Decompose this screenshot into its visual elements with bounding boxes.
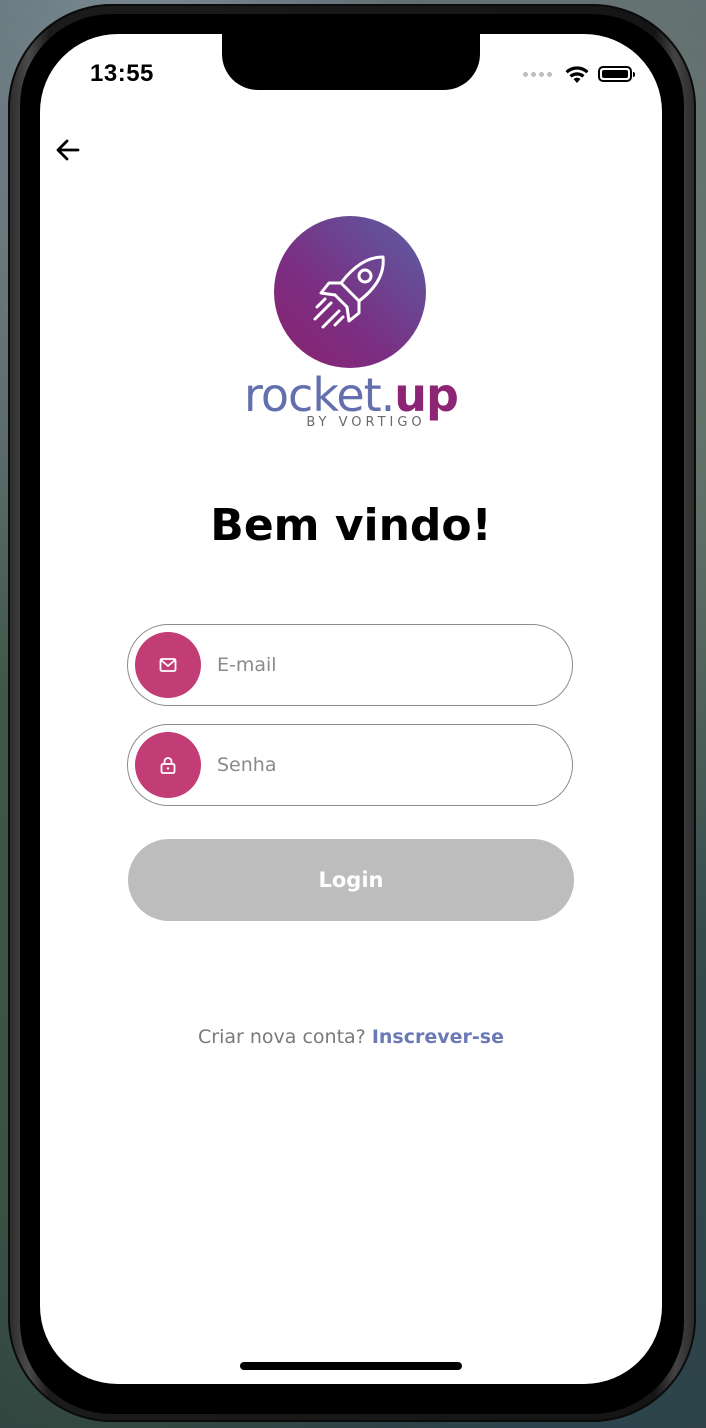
status-time: 13:55 [90,60,154,87]
battery-icon [598,66,635,82]
rocket-icon [313,255,385,329]
lock-icon [160,757,176,774]
brand-name-part2: up [394,368,459,422]
page-title: Bem vindo! [210,500,492,551]
wifi-icon [565,66,589,83]
signup-link[interactable]: Inscrever-se [372,1026,504,1048]
signup-prompt-text: Criar nova conta? [198,1026,366,1048]
app-screen: 13:55 rocket.up BY VORTIGO Bem vindo! E-… [40,34,662,1384]
phone-notch [222,34,480,90]
login-button[interactable]: Login [128,839,574,921]
brand-tagline: BY VORTIGO [306,415,426,430]
email-input[interactable] [215,653,549,677]
desktop-background: 13:55 rocket.up BY VORTIGO Bem vindo! E-… [0,0,706,1428]
password-input[interactable] [215,753,549,777]
signal-dots-icon [523,71,552,77]
password-field-icon-badge [135,732,201,798]
email-field-icon-badge [135,632,201,698]
brand-wordmark: rocket.up BY VORTIGO [40,372,662,429]
brand-name-part1: rocket. [244,368,395,422]
arrow-left-icon [56,139,80,161]
password-field[interactable] [127,724,573,806]
email-field[interactable] [127,624,573,706]
back-button[interactable] [52,134,84,166]
brand-logo [274,216,426,368]
home-indicator[interactable] [240,1362,462,1370]
mail-icon [159,658,177,672]
status-icons [523,64,635,84]
signup-prompt: Criar nova conta? Inscrever-se [40,1026,662,1048]
